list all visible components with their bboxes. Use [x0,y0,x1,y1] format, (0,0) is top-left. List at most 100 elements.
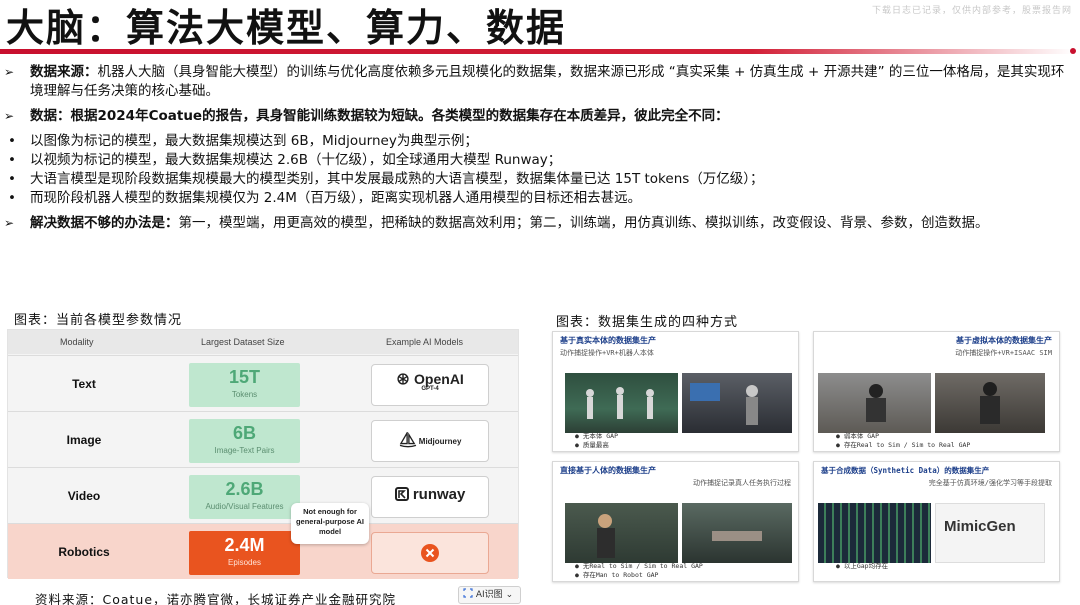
worker-icon [597,514,615,558]
model-card-midjourney: Midjourney [371,420,489,462]
not-enough-tooltip: Not enough for general-purpose AI model [291,503,369,544]
runway-logo-icon [394,487,409,501]
bullet-item: • 而现阶段机器人模型的数据集规模仅为 2.4M（百万级），距离实现机器人通用模型… [4,189,1074,208]
panel-notes: ● 无Real to Sim / Sim to Real GAP ● 存在Man… [575,562,703,580]
note: ● 以上Gap均存在 [836,562,889,570]
model-card-openai: OpenAI GPT-4 [371,364,489,406]
panel-virtual-robot: 基于虚拟本体的数据集生产 动作捕捉操作+VR+ISAAC SIM ● 弱本体 G… [813,331,1060,452]
sailboat-logo-icon [399,430,416,448]
note: ● 质量最高 [575,441,609,449]
intro-paragraph: ➢ 数据来源：机器人大脑（具身智能大模型）的训练与优化高度依赖多元且规模化的数据… [4,63,1074,101]
dataset-size-cell: 2.4M Episodes [189,531,300,575]
data-text: 数据：根据2024年Coatue的报告，具身智能训练数据较为短缺。各类模型的数据… [30,108,729,124]
solution-text: 第一，模型端，用更高效的模型，把稀缺的数据高效利用；第二，训练端，用仿真训练、模… [178,215,989,231]
photo-mocap-lab [565,373,678,433]
bullet-item: • 以视频为标记的模型，最大数据集规模达 2.6B（十亿级），如全球通用大模型 R… [4,151,1074,170]
data-paragraph: ➢ 数据：根据2024年Coatue的报告，具身智能训练数据较为短缺。各类模型的… [4,107,1074,126]
bullet-dot-icon: • [8,190,16,206]
model-card-runway: runway [371,476,489,518]
watermark: 下载日志已记录，仅供内部参考，股票报告网 [871,6,1072,16]
hands-icon [712,531,762,541]
photo-sim-robot [935,373,1045,433]
vr-operator-icon [690,383,758,425]
note: ● 无Real to Sim / Sim to Real GAP [575,562,703,570]
model-dataset-table: Modality Largest Dataset Size Example AI… [7,329,519,579]
header-modality: Modality [60,337,94,347]
bullet-item: • 以图像为标记的模型，最大数据集规模达到 6B，Midjourney为典型示例； [4,132,1074,151]
x-circle-icon [421,544,439,562]
panel-images [565,503,792,563]
bullet-text: 以图像为标记的模型，最大数据集规模达到 6B，Midjourney为典型示例； [30,133,478,149]
dataset-size-cell: 2.6B Audio/Visual Features [189,475,300,519]
modality-label: Text [72,377,96,391]
note-text: 质量最高 [582,441,609,449]
dataset-size-unit: Image-Text Pairs [214,446,275,455]
arrow-marker-icon: ➢ [4,109,15,123]
dataset-size-unit: Episodes [228,558,261,567]
panel-real-robot: 基于真实本体的数据集生产 动作捕捉操作+VR+机器人本体 ● 无本体 GAP ●… [552,331,799,452]
panel-title: 基于合成数据（Synthetic Data）的数据集生产 [821,466,990,475]
panel-notes: ● 弱本体 GAP ● 存在Real to Sim / Sim to Real … [836,432,970,450]
bullet-text: 大语言模型是现阶段数据集规模最大的模型类别，其中发展最成熟的大语言模型，数据集体… [30,171,764,187]
model-card-content: Midjourney [372,430,488,448]
arrow-marker-icon: ➢ [4,216,15,230]
model-name: runway [412,486,466,503]
note-text: 以上Gap均存在 [843,562,889,570]
right-figure-caption: 图表：数据集生成的四种方式 [556,315,739,330]
panel-subtitle: 动作捕捉记录真人任务执行过程 [693,479,791,487]
left-figure-caption: 图表：当前各模型参数情况 [14,313,183,328]
note: ● 无本体 GAP [575,432,618,440]
dataset-size-unit: Audio/Visual Features [205,502,284,511]
robots-figure-icon [586,387,654,419]
photo-human-hands [682,503,792,563]
note-text: 存在Real to Sim / Sim to Real GAP [843,441,971,449]
panel-title: 基于真实本体的数据集生产 [560,336,656,345]
panel-images [565,373,792,433]
note-text: 无Real to Sim / Sim to Real GAP [582,562,703,570]
panel-subtitle: 完全基于仿真环境/强化学习等手段提取 [928,479,1052,487]
dataset-size-value: 6B [232,423,256,443]
solution-label: 解决数据不够的办法是： [30,215,179,231]
panel-title: 直接基于人体的数据集生产 [560,466,656,475]
note: ● 弱本体 GAP [836,432,879,440]
body-text: ➢ 数据来源：机器人大脑（具身智能大模型）的训练与优化高度依赖多元且规模化的数据… [4,63,1074,239]
modality-label: Image [66,433,102,447]
table-row: Text 15T Tokens OpenAI GPT-4 [8,355,518,411]
bullet-item: • 大语言模型是现阶段数据集规模最大的模型类别，其中发展最成熟的大语言模型，数据集… [4,170,1074,189]
ai-button-label: AI识图 [475,590,503,600]
solution-paragraph: ➢ 解决数据不够的办法是：第一，模型端，用更高效的模型，把稀缺的数据高效利用；第… [4,214,1074,233]
note-text: 弱本体 GAP [843,432,879,440]
model-name: OpenAI [414,371,464,387]
photo-vr-teleop [682,373,792,433]
bullet-list: • 以图像为标记的模型，最大数据集规模达到 6B，Midjourney为典型示例；… [4,132,1074,208]
mimicgen-text: MimicGen [944,518,1016,535]
intro-label: 数据来源： [30,64,98,80]
modality-label: Robotics [58,545,110,559]
table-row: Robotics 2.4M Episodes [8,523,518,579]
openai-logo-icon [397,373,409,385]
model-card-content: OpenAI GPT-4 [372,371,488,392]
panel-subtitle: 动作捕捉操作+VR+ISAAC SIM [955,349,1052,357]
note: ● 存在Real to Sim / Sim to Real GAP [836,441,971,449]
mimicgen-logo: MimicGen [935,503,1045,563]
panel-notes: ● 无本体 GAP ● 质量最高 [575,432,618,450]
bullet-dot-icon: • [8,133,16,149]
source-note: 资料来源：Coatue，诺亦腾官微，长城证券产业金融研究院 [35,592,397,605]
panel-synthetic-data: 基于合成数据（Synthetic Data）的数据集生产 完全基于仿真环境/强化… [813,461,1060,582]
bullet-dot-icon: • [8,152,16,168]
photo-sim-kitchen [818,373,931,433]
ai-recognize-button[interactable]: AI识图 ⌄ [458,586,521,604]
title-underline [0,49,1074,54]
intro-text: 机器人大脑（具身智能大模型）的训练与优化高度依赖多元且规模化的数据集，数据来源已… [30,64,1065,99]
panel-notes: ● 以上Gap均存在 [836,562,888,571]
model-name: Midjourney [418,437,462,446]
note-text: 存在Man to Robot GAP [582,571,659,579]
bullet-dot-icon: • [8,171,16,187]
header-dataset-size: Largest Dataset Size [201,337,285,347]
dataset-size-cell: 15T Tokens [189,363,300,407]
dataset-size-value: 15T [228,367,261,387]
bullet-text: 而现阶段机器人模型的数据集规模仅为 2.4M（百万级），距离实现机器人通用模型的… [30,190,642,206]
chevron-down-icon: ⌄ [505,590,514,600]
note: ● 存在Man to Robot GAP [575,571,659,579]
model-card-none [371,532,489,574]
